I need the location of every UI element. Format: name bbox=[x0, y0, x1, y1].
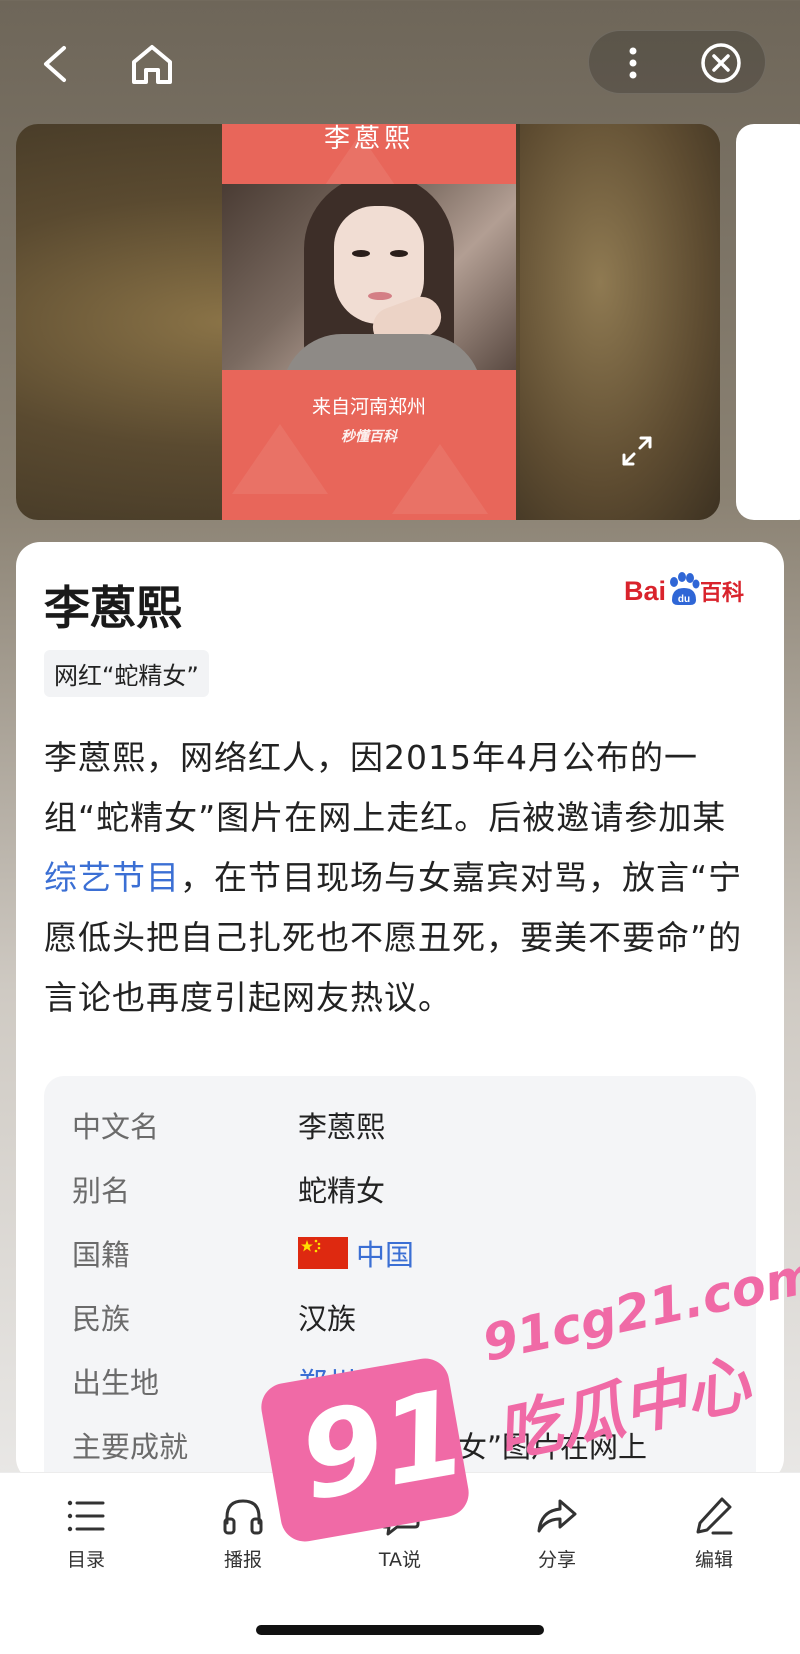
top-navigation-bar bbox=[0, 0, 800, 120]
toolbar-label: 目录 bbox=[66, 1549, 105, 1571]
chevron-left-icon bbox=[44, 46, 66, 82]
info-label: 民族 bbox=[72, 1302, 131, 1336]
poster-brand: 秒懂百科 bbox=[341, 429, 397, 445]
close-circle-icon bbox=[701, 43, 741, 83]
toolbar-catalog-button[interactable]: 目录 bbox=[36, 1493, 136, 1583]
info-label: 别名 bbox=[72, 1174, 131, 1208]
mini-program-capsule bbox=[588, 30, 766, 94]
nationality-value: 中国 bbox=[356, 1238, 415, 1272]
video-poster[interactable]: 李蒽熙 来自河南郑州 秒懂百科 bbox=[222, 124, 516, 520]
info-label: 出生地 bbox=[72, 1366, 160, 1400]
entry-tag: 网红“蛇精女” bbox=[44, 650, 209, 697]
portrait-photo bbox=[222, 184, 516, 370]
home-indicator[interactable] bbox=[256, 1625, 544, 1635]
summary-text: 李蒽熙，网络红人，因2015年4月公布的一组“蛇精女”图片在网上走红。后被邀请参… bbox=[44, 738, 727, 837]
entry-summary: 李蒽熙，网络红人，因2015年4月公布的一组“蛇精女”图片在网上走红。后被邀请参… bbox=[44, 728, 756, 1028]
info-row-alias: 别名 蛇精女 bbox=[44, 1154, 756, 1218]
info-value: 蛇精女 bbox=[298, 1174, 386, 1208]
expand-icon[interactable] bbox=[620, 434, 654, 468]
back-button[interactable] bbox=[36, 40, 76, 88]
info-row-chinese-name: 中文名 李蒽熙 bbox=[44, 1090, 756, 1154]
info-label: 主要成就 bbox=[72, 1430, 189, 1464]
entry-title: 李蒽熙 bbox=[44, 581, 182, 635]
variety-show-link[interactable]: 综艺节目 bbox=[44, 858, 180, 897]
svg-text:du: du bbox=[678, 594, 690, 605]
info-label: 国籍 bbox=[72, 1238, 131, 1272]
poster-subtitle: 来自河南郑州 bbox=[311, 396, 426, 418]
home-button[interactable] bbox=[128, 40, 176, 88]
info-label: 中文名 bbox=[72, 1110, 160, 1144]
headphones-icon bbox=[223, 1499, 263, 1535]
close-button[interactable] bbox=[699, 41, 743, 85]
next-carousel-card[interactable] bbox=[736, 124, 800, 520]
more-button[interactable] bbox=[613, 43, 653, 83]
home-icon bbox=[132, 45, 172, 84]
baidu-baike-logo: Bai du 百科 bbox=[624, 572, 744, 618]
watermark: 91 91cg21.com 吃瓜中心 bbox=[257, 1245, 800, 1580]
list-icon bbox=[67, 1500, 105, 1532]
info-row-nationality: 国籍 中国 bbox=[44, 1218, 756, 1282]
paw-icon: du bbox=[670, 572, 700, 605]
poster-title: 李蒽熙 bbox=[323, 124, 414, 154]
info-value: 李蒽熙 bbox=[298, 1110, 386, 1144]
china-flag-icon bbox=[298, 1237, 348, 1269]
more-vertical-icon bbox=[629, 47, 637, 79]
nationality-link[interactable]: 中国 bbox=[298, 1232, 414, 1274]
hero-image-carousel[interactable]: 李蒽熙 来自河南郑州 秒懂百科 bbox=[16, 124, 720, 520]
